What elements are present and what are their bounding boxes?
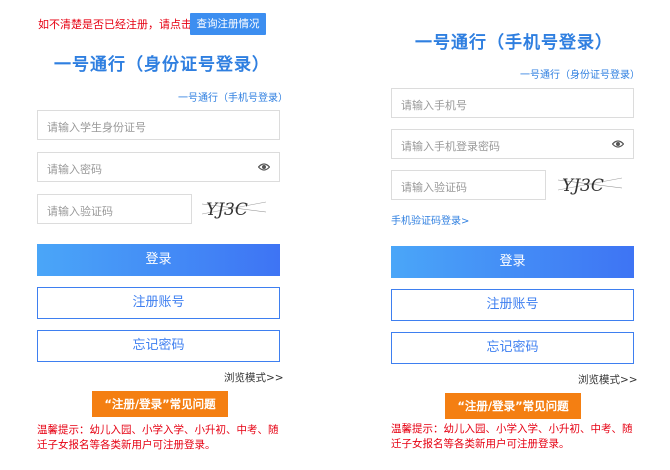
page-title: 一号通行（手机号登录） (415, 33, 613, 53)
check-registration-button[interactable]: 查询注册情况 (190, 13, 266, 35)
id-number-placeholder: 请输入学生身份证号 (47, 121, 146, 134)
register-button[interactable]: 注册账号 (37, 287, 280, 319)
phone-password-placeholder: 请输入手机登录密码 (401, 140, 500, 153)
register-check-notice: 如不清楚是否已经注册，请点击： (38, 18, 203, 31)
eye-icon[interactable] (258, 162, 270, 172)
browse-mode-link[interactable]: 浏览模式>> (224, 370, 284, 385)
captcha-image[interactable]: YJ3C (558, 172, 622, 196)
captcha-placeholder: 请输入验证码 (47, 205, 113, 218)
captcha-input[interactable]: 请输入验证码 (391, 170, 546, 200)
login-button[interactable]: 登录 (391, 246, 634, 278)
phone-password-input[interactable]: 请输入手机登录密码 (391, 129, 634, 159)
register-button[interactable]: 注册账号 (391, 289, 634, 321)
forgot-password-button[interactable]: 忘记密码 (37, 330, 280, 362)
password-input[interactable]: 请输入密码 (37, 152, 280, 182)
forgot-password-button[interactable]: 忘记密码 (391, 332, 634, 364)
eye-icon[interactable] (612, 139, 624, 149)
captcha-image[interactable]: YJ3C (202, 196, 266, 220)
page-title: 一号通行（身份证号登录） (54, 55, 270, 75)
sms-login-link[interactable]: 手机验证码登录> (391, 212, 469, 227)
phone-placeholder: 请输入手机号 (401, 99, 467, 112)
switch-to-id-login-link[interactable]: 一号通行（身份证号登录） (520, 66, 640, 81)
tips-text: 温馨提示：幼儿入园、小学入学、小升初、中考、随迁子女报名等各类新用户可注册登录。 (37, 424, 279, 451)
login-button[interactable]: 登录 (37, 244, 280, 276)
id-number-input[interactable]: 请输入学生身份证号 (37, 110, 280, 140)
phone-input[interactable]: 请输入手机号 (391, 88, 634, 118)
password-placeholder: 请输入密码 (47, 163, 102, 176)
captcha-text: YJ3C (562, 176, 604, 196)
captcha-text: YJ3C (206, 200, 248, 220)
id-login-panel: 如不清楚是否已经注册，请点击： 查询注册情况 一号通行（身份证号登录） 一号通行… (0, 0, 330, 470)
switch-to-phone-login-link[interactable]: 一号通行（手机号登录） (178, 89, 288, 104)
captcha-placeholder: 请输入验证码 (401, 181, 467, 194)
captcha-input[interactable]: 请输入验证码 (37, 194, 192, 224)
phone-login-panel: 一号通行（手机号登录） 一号通行（身份证号登录） 请输入手机号 请输入手机登录密… (350, 0, 670, 470)
faq-button[interactable]: “注册/登录”常见问题 (445, 393, 581, 419)
faq-button[interactable]: “注册/登录”常见问题 (92, 391, 228, 417)
browse-mode-link[interactable]: 浏览模式>> (578, 372, 638, 387)
tips-text: 温馨提示：幼儿入园、小学入学、小升初、中考、随迁子女报名等各类新用户可注册登录。 (391, 423, 633, 450)
